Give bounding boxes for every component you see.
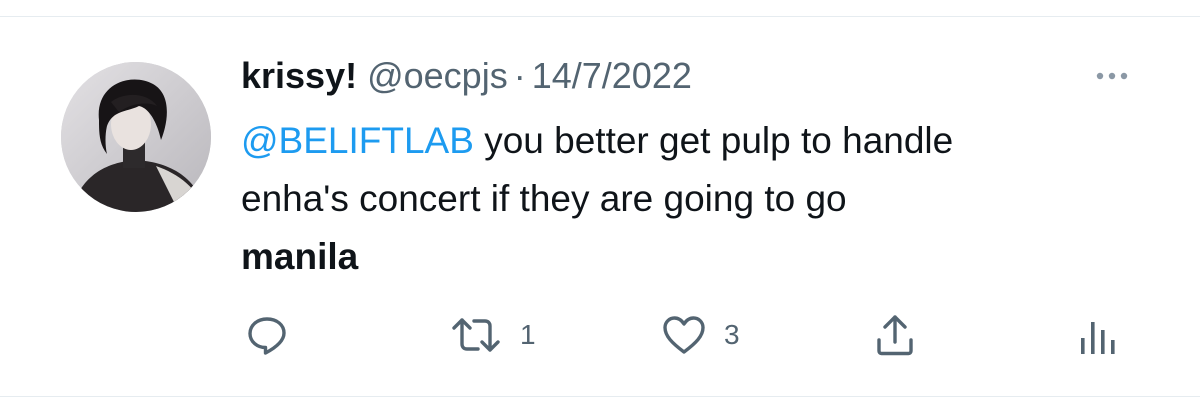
- header-separator: ·: [513, 55, 526, 96]
- action-bar: 1 3: [0, 310, 1200, 360]
- mention-link[interactable]: @BELIFTLAB: [241, 120, 474, 161]
- retweet-count: 1: [520, 319, 536, 350]
- bottom-divider: [0, 396, 1200, 397]
- tweet-header: krissy! @oecpjs · 14/7/2022: [241, 54, 692, 98]
- analytics-button[interactable]: [1078, 310, 1118, 360]
- avatar[interactable]: [61, 62, 211, 212]
- top-divider: [0, 16, 1200, 17]
- reply-icon: [248, 317, 286, 355]
- like-count: 3: [724, 319, 740, 350]
- tweet-card[interactable]: krissy! @oecpjs · 14/7/2022 @BELIFTLAB y…: [0, 0, 1200, 406]
- tweet-date[interactable]: 14/7/2022: [532, 54, 692, 98]
- more-options-button[interactable]: [1086, 58, 1138, 94]
- like-button[interactable]: 3: [660, 310, 740, 360]
- retweet-icon: [452, 318, 500, 352]
- tweet-text-line-1: @BELIFTLAB you better get pulp to handle: [241, 112, 1161, 170]
- more-dots-icon: [1096, 72, 1128, 80]
- share-button[interactable]: [872, 310, 918, 360]
- avatar-image: [61, 62, 211, 212]
- heart-icon: [663, 316, 705, 354]
- share-icon: [877, 315, 913, 356]
- retweet-button[interactable]: 1: [448, 310, 536, 360]
- tweet-text-bold: manila: [241, 236, 359, 277]
- display-name[interactable]: krissy!: [241, 54, 357, 98]
- tweet-text-line-1-rest: you better get pulp to handle: [473, 120, 954, 161]
- tweet-text: @BELIFTLAB you better get pulp to handle…: [241, 112, 1161, 286]
- reply-button[interactable]: [244, 310, 290, 360]
- tweet-text-line-2: enha's concert if they are going to go: [241, 178, 847, 219]
- user-handle[interactable]: @oecpjs: [367, 54, 508, 98]
- analytics-icon: [1081, 322, 1115, 354]
